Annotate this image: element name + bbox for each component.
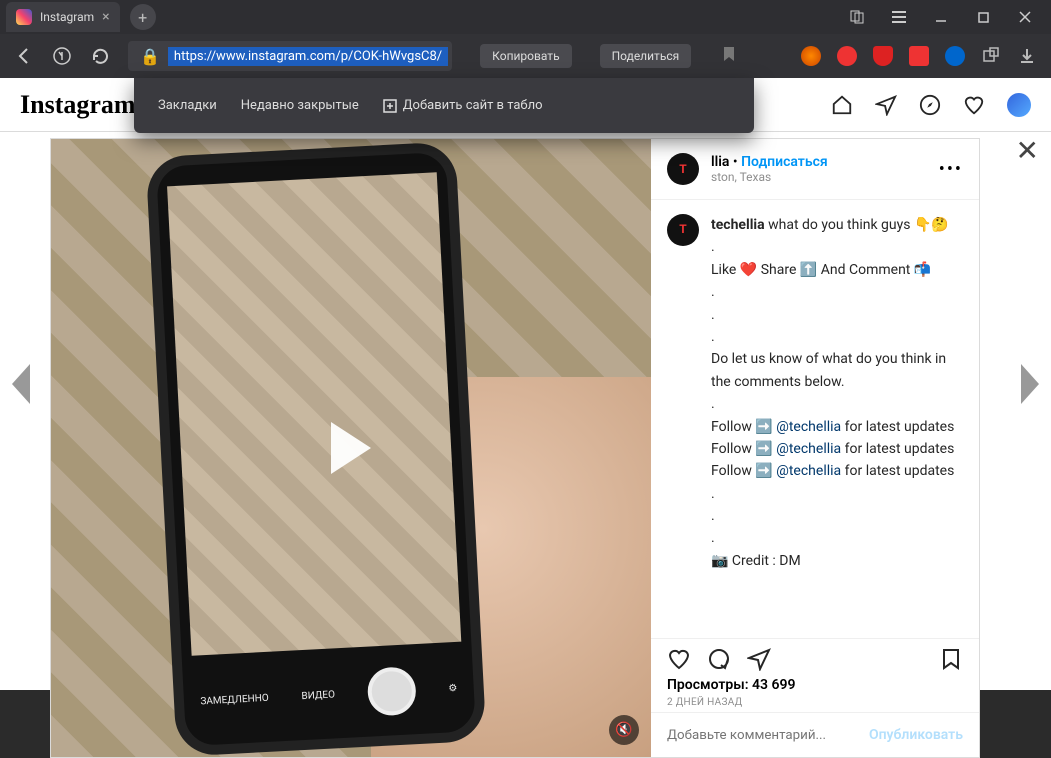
activity-heart-icon[interactable] xyxy=(963,94,985,116)
close-window-button[interactable] xyxy=(1011,3,1039,31)
browser-toolbar: 🔒 https://www.instagram.com/p/COK-hWvgsC… xyxy=(0,34,1051,78)
comment-box: Опубликовать xyxy=(651,712,979,757)
plus-box-icon xyxy=(383,99,397,113)
yandex-home-icon[interactable] xyxy=(52,46,72,66)
extension-icon-2[interactable] xyxy=(837,46,857,66)
mute-button[interactable]: 🔇 xyxy=(609,715,639,745)
back-button[interactable] xyxy=(14,46,34,66)
subscribe-link[interactable]: Подписаться xyxy=(741,154,828,170)
messages-icon[interactable] xyxy=(875,94,897,116)
play-button[interactable] xyxy=(331,422,371,474)
instagram-logo[interactable]: Instagram xyxy=(20,90,136,120)
mention-link[interactable]: @techellia xyxy=(776,419,841,435)
home-icon[interactable] xyxy=(831,94,853,116)
new-tab-button[interactable]: + xyxy=(130,4,156,30)
dropdown-recently-closed[interactable]: Недавно закрытые xyxy=(241,98,359,113)
post-location[interactable]: ston, Texas xyxy=(711,170,828,184)
author-avatar[interactable]: T xyxy=(667,153,699,185)
maximize-button[interactable] xyxy=(969,3,997,31)
sidebar-toggle-icon[interactable] xyxy=(843,3,871,31)
page-content: Instagram ✕ ЗАМЕДЛЕННО ВИДЕО ⚙ xyxy=(0,78,1051,690)
menu-icon[interactable] xyxy=(885,3,913,31)
author-username[interactable]: llia xyxy=(711,154,729,170)
tab-title: Instagram xyxy=(40,10,94,24)
mention-link[interactable]: @techellia xyxy=(776,463,841,479)
browser-tab[interactable]: Instagram × xyxy=(6,2,120,32)
post-caption: T techellia what do you think guys 👇🤔. L… xyxy=(651,200,979,638)
shutter-graphic xyxy=(366,666,416,716)
lock-icon: 🔒 xyxy=(132,47,168,66)
publish-button[interactable]: Опубликовать xyxy=(869,727,963,743)
post-timestamp: 2 ДНЕЙ НАЗАД xyxy=(667,697,963,708)
like-button[interactable] xyxy=(667,647,691,671)
post-modal: ЗАМЕДЛЕННО ВИДЕО ⚙ 🔇 T llia • Подписатьс… xyxy=(50,138,980,758)
share-url-button[interactable]: Поделиться xyxy=(600,44,692,68)
bookmark-icon[interactable] xyxy=(721,46,737,66)
share-button[interactable] xyxy=(747,647,771,671)
camera-mode-slow: ЗАМЕДЛЕННО xyxy=(200,692,269,707)
copy-url-button[interactable]: Копировать xyxy=(480,44,571,68)
post-actions: Просмотры: 43 699 2 ДНЕЙ НАЗАД xyxy=(651,638,979,712)
extensions-menu-icon[interactable] xyxy=(981,46,1001,66)
reload-button[interactable] xyxy=(90,46,110,66)
comment-input[interactable] xyxy=(667,728,869,743)
prev-post-button[interactable] xyxy=(0,364,30,404)
profile-avatar[interactable] xyxy=(1007,93,1031,117)
camera-mode-video: ВИДЕО xyxy=(301,689,335,702)
comment-button[interactable] xyxy=(707,647,731,671)
post-media[interactable]: ЗАМЕДЛЕННО ВИДЕО ⚙ 🔇 xyxy=(51,139,651,757)
mention-link[interactable]: @techellia xyxy=(776,441,841,457)
save-button[interactable] xyxy=(939,647,963,671)
url-text[interactable]: https://www.instagram.com/p/COK-hWvgsC8/ xyxy=(168,47,448,66)
instagram-favicon xyxy=(16,9,32,25)
post-header: T llia • Подписаться ston, Texas ••• xyxy=(651,139,979,200)
browser-titlebar: Instagram × + xyxy=(0,0,1051,34)
extension-icon-1[interactable] xyxy=(801,46,821,66)
dropdown-bookmarks[interactable]: Закладки xyxy=(158,98,217,113)
caption-username[interactable]: techellia xyxy=(711,217,765,233)
caption-avatar[interactable]: T xyxy=(667,214,699,246)
dropdown-add-site[interactable]: Добавить сайт в табло xyxy=(383,98,543,113)
explore-icon[interactable] xyxy=(919,94,941,116)
url-dropdown-panel: Закладки Недавно закрытые Добавить сайт … xyxy=(134,78,754,133)
phone-graphic: ЗАМЕДЛЕННО ВИДЕО ⚙ xyxy=(146,141,487,756)
post-sidebar: T llia • Подписаться ston, Texas ••• T t… xyxy=(651,139,979,757)
view-count[interactable]: Просмотры: 43 699 xyxy=(667,677,963,693)
close-tab-icon[interactable]: × xyxy=(102,9,109,25)
extension-icon-3[interactable] xyxy=(873,46,893,66)
downloads-icon[interactable] xyxy=(1017,46,1037,66)
more-options-button[interactable]: ••• xyxy=(939,159,963,180)
close-modal-button[interactable]: ✕ xyxy=(1016,134,1039,167)
address-bar[interactable]: 🔒 https://www.instagram.com/p/COK-hWvgsC… xyxy=(128,41,452,71)
minimize-button[interactable] xyxy=(927,3,955,31)
next-post-button[interactable] xyxy=(1021,364,1051,404)
extension-icon-5[interactable] xyxy=(945,46,965,66)
extension-icon-4[interactable] xyxy=(909,46,929,66)
